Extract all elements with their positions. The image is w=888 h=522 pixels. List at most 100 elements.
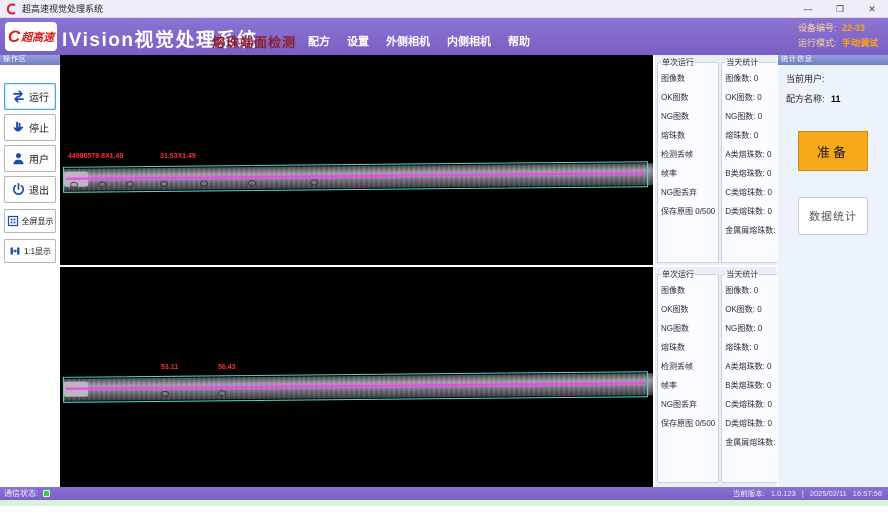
user-button-label: 用户 xyxy=(29,151,49,166)
os-titlebar: 超高速视觉处理系统 — ❐ ✕ xyxy=(0,0,888,18)
stat-row: 图像数 xyxy=(661,281,715,300)
version-label: 当前版本: xyxy=(733,488,765,499)
stat-row: OK图数 xyxy=(661,300,715,319)
status-time: 16:57:56 xyxy=(853,489,882,498)
single-run-title: 单次运行 xyxy=(661,57,695,68)
device-number-value: 22-33 xyxy=(842,23,865,33)
menu-item[interactable]: 帮助 xyxy=(508,33,530,49)
stop-button-label: 停止 xyxy=(29,120,49,135)
data-statistics-button[interactable]: 数据统计 xyxy=(798,197,868,235)
stat-row: 保存原图 0/500 xyxy=(661,202,715,221)
info-panel-title: 统计信息 xyxy=(778,55,888,65)
stat-row: B类熔珠数: 0 xyxy=(725,164,782,183)
bead-mark xyxy=(248,180,256,186)
bead-mark xyxy=(161,391,169,397)
one-to-one-button-label: 1:1显示 xyxy=(24,246,51,257)
stat-row: 金属屑熔珠数: 0 xyxy=(725,433,782,452)
version-value: 1.0.123 xyxy=(771,489,796,498)
desktop-strip xyxy=(0,500,888,506)
one-to-one-button[interactable]: 1:1显示 xyxy=(4,239,56,263)
window-controls: — ❐ ✕ xyxy=(792,0,888,18)
stop-hand-icon xyxy=(11,120,26,135)
bead-mark xyxy=(160,181,168,187)
stat-row: NG图数 xyxy=(661,107,715,126)
exit-button[interactable]: 退出 xyxy=(4,176,56,203)
status-separator: | xyxy=(802,489,804,498)
weld-bead-strip xyxy=(60,366,653,408)
outer-camera-view[interactable]: 44980579.8X1.49 31.53X1.49 xyxy=(60,55,653,265)
stat-row: 帧率 xyxy=(661,164,715,183)
stat-row: 熔珠数: 0 xyxy=(725,338,782,357)
stat-row: NG图数 xyxy=(661,319,715,338)
stat-row: 帧率 xyxy=(661,376,715,395)
main-menu: 配方 设置 外侧相机 内侧相机 帮助 xyxy=(308,28,547,54)
current-user-label: 当前用户: xyxy=(786,74,825,84)
menu-item[interactable]: 配方 xyxy=(308,33,330,49)
stat-row: C类熔珠数: 0 xyxy=(725,395,782,414)
single-run-group: 单次运行 图像数OK图数NG图数熔珠数检测丢帧帧率NG图丢弃保存原图 0/500 xyxy=(657,269,719,483)
stat-row: B类熔珠数: 0 xyxy=(725,376,782,395)
stats-panel-outer: 单次运行 图像数OK图数NG图数熔珠数检测丢帧帧率NG图丢弃保存原图 0/500… xyxy=(655,55,777,265)
weld-bead-strip xyxy=(60,156,653,198)
app-logo-icon xyxy=(6,3,18,15)
stat-row: 检测丢帧 xyxy=(661,357,715,376)
app-subtitle: 熔珠端面检测 xyxy=(212,32,296,51)
stat-row: A类熔珠数: 0 xyxy=(725,145,782,164)
measurement-annotation: 44980579.8X1.49 xyxy=(68,153,123,160)
brand-text: 超高速 xyxy=(21,29,54,45)
run-mode-label: 运行模式: xyxy=(798,38,837,48)
fullscreen-button-label: 全屏显示 xyxy=(22,216,54,227)
bead-mark xyxy=(126,181,134,187)
bead-mark xyxy=(98,181,106,187)
minimize-button[interactable]: — xyxy=(792,0,824,18)
status-bar: 通信状态: 当前版本: 1.0.123 | 2025/02/11 16:57:5… xyxy=(0,487,888,500)
run-button[interactable]: 运行 xyxy=(4,83,56,110)
sidebar-title: 操作区 xyxy=(0,55,60,65)
status-date: 2025/02/11 xyxy=(810,489,847,498)
recipe-name-label: 配方名称: xyxy=(786,94,825,104)
operation-sidebar: 操作区 运行 xyxy=(0,55,60,487)
brand-swoosh-icon: C xyxy=(8,28,20,45)
inner-camera-view[interactable]: 53.11 56.43 xyxy=(60,267,653,487)
stat-row: 熔珠数 xyxy=(661,126,715,145)
one-to-one-icon xyxy=(9,245,21,257)
menu-item[interactable]: 外侧相机 xyxy=(386,33,430,49)
statistics-column: 单次运行 图像数OK图数NG图数熔珠数检测丢帧帧率NG图丢弃保存原图 0/500… xyxy=(655,55,777,487)
sidebar-buttons: 运行 停止 xyxy=(0,65,60,263)
run-button-label: 运行 xyxy=(29,89,49,104)
stop-button[interactable]: 停止 xyxy=(4,114,56,141)
stats-panel-inner: 单次运行 图像数OK图数NG图数熔珠数检测丢帧帧率NG图丢弃保存原图 0/500… xyxy=(655,265,777,485)
user-icon xyxy=(11,151,26,166)
stat-row: NG图数: 0 xyxy=(725,107,782,126)
exit-button-label: 退出 xyxy=(29,182,49,197)
menu-item[interactable]: 内侧相机 xyxy=(447,33,491,49)
stat-row: OK图数 xyxy=(661,88,715,107)
fullscreen-button[interactable]: 全屏显示 xyxy=(4,209,56,233)
power-icon xyxy=(11,182,26,197)
main-area: 操作区 运行 xyxy=(0,55,888,487)
user-button[interactable]: 用户 xyxy=(4,145,56,172)
stat-row: C类熔珠数: 0 xyxy=(725,183,782,202)
app-window: 超高速视觉处理系统 — ❐ ✕ C 超高速 IVision视觉处理系统 熔珠端面… xyxy=(0,0,888,522)
stat-row: 图像数: 0 xyxy=(725,281,782,300)
recipe-name-value: 11 xyxy=(831,94,841,104)
maximize-button[interactable]: ❐ xyxy=(824,0,856,18)
bead-mark xyxy=(218,390,226,396)
device-number-line: 设备编号: 22-33 xyxy=(798,21,878,36)
stat-row: 熔珠数: 0 xyxy=(725,126,782,145)
recipe-line: 配方名称: 11 xyxy=(786,92,888,105)
brand-logo: C 超高速 xyxy=(5,22,57,51)
stat-row: NG图丢弃 xyxy=(661,183,715,202)
camera-viewports: 44980579.8X1.49 31.53X1.49 xyxy=(60,55,655,487)
run-icon xyxy=(11,89,26,104)
device-number-label: 设备编号: xyxy=(798,23,837,33)
menu-item[interactable]: 设置 xyxy=(347,33,369,49)
close-button[interactable]: ✕ xyxy=(856,0,888,18)
stat-row: OK图数: 0 xyxy=(725,300,782,319)
stat-row: 保存原图 0/500 xyxy=(661,414,715,433)
stat-row: NG图数: 0 xyxy=(725,319,782,338)
stat-row: D类熔珠数: 0 xyxy=(725,414,782,433)
today-stats-title: 当天统计 xyxy=(725,57,759,68)
status-right: 当前版本: 1.0.123 | 2025/02/11 16:57:56 xyxy=(733,487,882,500)
prepare-button[interactable]: 准备 xyxy=(798,131,868,171)
